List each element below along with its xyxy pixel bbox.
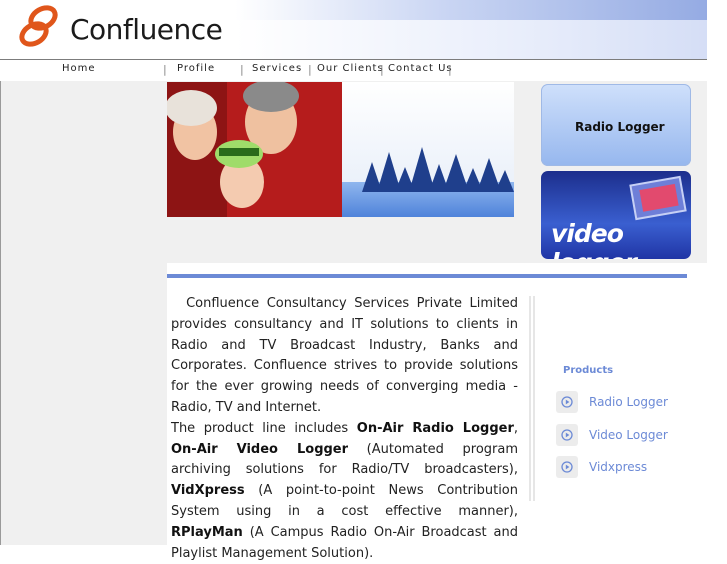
intro-paragraph: Confluence Consultancy Services Private … [171,296,519,415]
brand-name[interactable]: Confluence [70,13,223,46]
product-link-label[interactable]: Video Logger [589,428,668,442]
video-logger-tile-label: video logger [551,219,637,259]
nav-separator: | [308,63,312,76]
nav-profile[interactable]: Profile [177,63,215,74]
top-nav: Home | Profile | Services | Our Clients … [0,59,707,82]
intro-text: Confluence Consultancy Services Private … [171,294,518,564]
confluence-logo-icon[interactable] [16,3,62,49]
product-vidxpress: VidXpress [171,483,245,499]
nav-separator: | [240,63,244,76]
product-link-label[interactable]: Vidxpress [589,460,647,474]
header: Confluence [0,0,727,59]
left-sidebar [0,81,167,545]
play-circle-icon[interactable] [556,456,578,478]
product-video-logger: On-Air Video Logger [171,441,349,457]
nav-separator: | [448,63,452,76]
nav-separator: | [380,63,384,76]
section-divider [167,274,687,278]
nav-separator: | [163,63,167,76]
video-logger-tile[interactable]: video logger [541,171,691,259]
nav-services[interactable]: Services [252,63,302,74]
product-radio-logger: On-Air Radio Logger [356,420,514,436]
products-heading: Products [556,362,620,380]
radio-logger-tile[interactable]: Radio Logger [541,84,691,166]
product-rplayman: RPlayMan [171,524,243,540]
nav-home[interactable]: Home [62,63,96,74]
nav-contact-us[interactable]: Contact Us [388,63,453,74]
family-banner-image [167,82,514,217]
header-gradient-band [235,0,707,20]
play-circle-icon[interactable] [556,391,578,413]
play-circle-icon[interactable] [556,424,578,446]
column-divider [529,296,535,501]
nav-our-clients[interactable]: Our Clients [317,63,384,74]
product-link-label[interactable]: Radio Logger [589,395,668,409]
right-gutter [707,59,727,545]
header-gradient-band-lower [235,20,707,59]
radio-logger-tile-label: Radio Logger [575,120,665,134]
product-line-paragraph: The product line includes On-Air Radio L… [171,420,518,561]
